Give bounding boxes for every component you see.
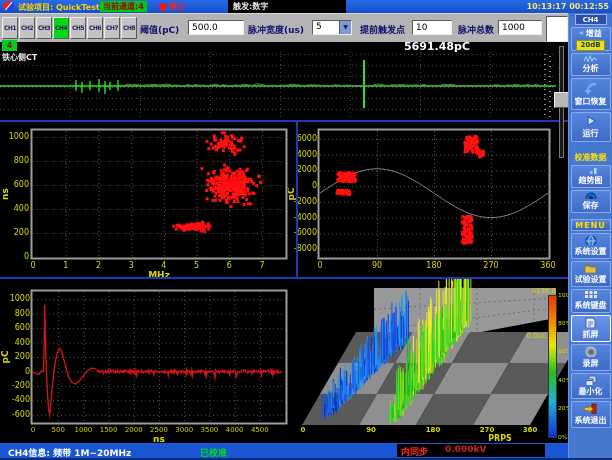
gain-step-icon: « — [579, 29, 584, 37]
clock: 10:13:17 00:12:55 — [527, 2, 609, 11]
system-keyboard-button[interactable]: 系统键盘 — [571, 289, 611, 313]
trend-bars-icon — [585, 167, 597, 174]
project-label: 试验项目: QuickTest — [18, 2, 100, 13]
channel-number-badge: 4 — [2, 40, 17, 51]
exit-arrow-icon — [584, 403, 597, 414]
restore-arrow-icon — [584, 82, 598, 95]
channel-button-ch7[interactable]: CH7 — [104, 17, 120, 39]
globe-icon — [585, 235, 597, 245]
pulse-width-value: 5 — [313, 21, 339, 34]
channel-button-ch6[interactable]: CH6 — [87, 17, 103, 39]
record-sphere-icon — [585, 346, 597, 357]
current-channel-badge: 当前通道:4 — [100, 1, 147, 12]
channel-button-ch8[interactable]: CH8 — [121, 17, 137, 39]
stop-status: 停止 — [159, 1, 185, 12]
scale-slider-handle[interactable] — [554, 92, 569, 108]
threshold-input[interactable] — [188, 20, 244, 35]
prpd-chart — [288, 122, 568, 277]
threshold-label: 阈值(pC) — [140, 23, 179, 36]
gain-label: 增益 — [586, 28, 602, 39]
menu-separator: MENU — [571, 219, 611, 231]
save-disc-icon — [585, 192, 597, 199]
gain-button[interactable]: « 增益 20dB — [571, 27, 611, 51]
status-bar: CH4信息: 频带 1M~20MHz 已校准 内同步 0.000kV — [0, 443, 568, 458]
channel-button-ch2[interactable]: CH2 — [19, 17, 35, 39]
minimize-windows-icon — [585, 375, 597, 385]
channel-button-ch3[interactable]: CH3 — [36, 17, 52, 39]
window-restore-button[interactable]: 窗口恢复 — [571, 78, 611, 110]
toolbar-spacer-box — [546, 16, 568, 42]
tf-scatter-chart — [0, 122, 288, 277]
capture-page-icon — [585, 317, 596, 328]
voltage-readout: 0.000kV — [445, 445, 486, 455]
analysis-button[interactable]: 分析 — [571, 53, 611, 76]
run-button[interactable]: 运行 — [571, 112, 611, 142]
save-button[interactable]: 保存 — [571, 190, 611, 213]
stop-icon — [159, 3, 167, 11]
sidebar: CH4 « 增益 20dB 分析 窗口恢复 运行 — [568, 13, 612, 460]
folder-icon — [584, 263, 597, 273]
gain-value-badge: 20dB — [576, 40, 604, 51]
pulse-total-input[interactable] — [498, 20, 542, 35]
divider — [0, 120, 568, 122]
minimize-button[interactable]: 最小化 — [571, 373, 611, 399]
peak-charge-readout: 5691.48pC — [398, 40, 470, 53]
channel-button-ch1[interactable]: CH1 — [2, 17, 18, 39]
channel-button-ch4[interactable]: CH4 — [53, 17, 69, 39]
pretrigger-label: 提前触发点 — [360, 23, 405, 36]
pulse-width-label: 脉冲宽度(us) — [248, 23, 304, 36]
stop-label: 停止 — [169, 1, 185, 12]
title-bar: 试验项目: QuickTest 当前通道:4 停止 触发:数字 10:13:17… — [0, 0, 612, 13]
app-logo-icon — [3, 1, 14, 11]
pretrigger-input[interactable] — [412, 20, 452, 35]
test-settings-button[interactable]: 试验设置 — [571, 261, 611, 287]
pulse-train-chart — [0, 42, 556, 122]
prps-3d-chart — [300, 279, 568, 443]
calibration-data-button[interactable]: 校准数据 — [570, 152, 612, 163]
screen-record-button[interactable]: 录屏 — [571, 344, 611, 371]
dropdown-arrow-icon[interactable]: ▼ — [339, 21, 351, 34]
pulse-total-label: 脉冲总数 — [458, 23, 494, 36]
pulse-wave-chart — [0, 279, 300, 443]
divider — [296, 122, 298, 277]
sync-voltage-box: 内同步 0.000kV — [397, 444, 545, 457]
system-exit-button[interactable]: 系统退出 — [571, 401, 611, 428]
trend-chart-button[interactable]: 趋势图 — [571, 165, 611, 188]
keyboard-grid-icon — [585, 291, 597, 299]
pulse-width-select[interactable]: 5 ▼ — [312, 20, 352, 35]
waveform-analysis-icon — [584, 55, 597, 62]
channel-button-ch5[interactable]: CH5 — [70, 17, 86, 39]
sync-mode-label: 内同步 — [401, 445, 428, 458]
trigger-mode-box: 触发:数字 — [228, 0, 346, 13]
play-icon — [585, 115, 597, 127]
toolbar: CH1 CH2 CH3 CH4 CH5 CH6 CH7 CH8 阈值(pC) 脉… — [0, 13, 568, 42]
sensor-label: 铁心侧CT — [2, 52, 37, 63]
app-window: 试验项目: QuickTest 当前通道:4 停止 触发:数字 10:13:17… — [0, 0, 612, 460]
system-settings-button[interactable]: 系统设置 — [571, 233, 611, 259]
sidebar-channel-tab[interactable]: CH4 — [575, 14, 607, 25]
screen-capture-button[interactable]: 抓屏 — [571, 315, 611, 342]
divider — [0, 277, 568, 279]
